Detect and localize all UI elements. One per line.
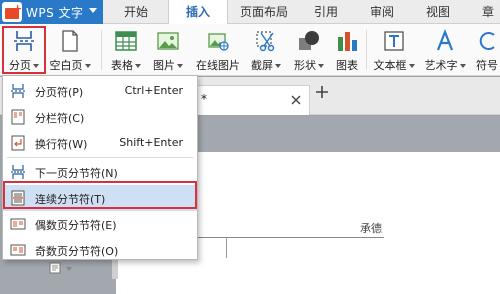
close-icon[interactable] xyxy=(291,95,301,105)
online-picture-label: 在线图片 xyxy=(196,59,240,72)
document-tab[interactable]: * xyxy=(180,85,310,115)
menu-divider xyxy=(7,157,193,158)
menu-label: 下一页分节符(N) xyxy=(35,167,118,180)
app-name: WPS 文字 xyxy=(26,5,84,20)
menu-shortcut: Ctrl+Enter xyxy=(124,84,183,97)
tab-bar: + WPS 文字 开始 插入 页面布局 引用 审阅 视图 章 xyxy=(0,0,500,24)
tab-insert[interactable]: 插入 xyxy=(168,0,228,24)
menu-item-page-break[interactable]: 分页符(P) Ctrl+Enter xyxy=(3,78,197,104)
ribbon-insert: 分页 空白页 表格 图片 在线图片 截屏 形状 图表 文本框 艺术字 符号 xyxy=(0,24,500,76)
tab-chapter[interactable]: 章 xyxy=(476,0,500,24)
online-picture-icon xyxy=(208,33,229,51)
app-menu-button[interactable]: + WPS 文字 xyxy=(0,0,103,24)
menu-item-odd-page-section[interactable]: 奇数页分节符(O) xyxy=(3,237,197,263)
symbol-label: 符号 xyxy=(476,59,498,72)
even-page-section-icon xyxy=(10,218,26,230)
highlight-box-continuous-section xyxy=(3,181,197,209)
symbol-button[interactable]: 符号 xyxy=(476,26,500,74)
highlight-box-page-break xyxy=(2,26,46,74)
margin-marker xyxy=(226,237,227,258)
menu-label: 分页符(P) xyxy=(35,86,84,99)
screenshot-icon xyxy=(256,31,275,52)
line-break-icon xyxy=(11,135,25,151)
column-break-icon xyxy=(11,109,25,125)
menu-item-even-page-section[interactable]: 偶数页分节符(E) xyxy=(3,211,197,237)
chart-icon xyxy=(338,32,357,51)
textbox-icon xyxy=(384,31,404,51)
screenshot-button[interactable]: 截屏 xyxy=(246,26,286,74)
odd-page-section-icon xyxy=(10,244,26,256)
table-label: 表格 xyxy=(111,59,133,72)
table-button[interactable]: 表格 xyxy=(106,26,146,74)
menu-item-line-break[interactable]: 换行符(W) Shift+Enter xyxy=(3,130,197,156)
wordart-label: 艺术字 xyxy=(424,59,458,72)
chevron-down-icon[interactable] xyxy=(89,8,97,13)
screenshot-label: 截屏 xyxy=(251,59,273,72)
modified-mark: * xyxy=(201,92,207,106)
blank-page-icon xyxy=(62,30,78,52)
online-picture-button[interactable]: 在线图片 xyxy=(192,26,244,74)
page-break-icon xyxy=(11,84,25,98)
tab-references[interactable]: 引用 xyxy=(300,0,352,24)
picture-icon xyxy=(157,32,179,50)
textbox-label: 文本框 xyxy=(373,59,407,72)
wordart-button[interactable]: 艺术字 xyxy=(420,26,470,74)
picture-label: 图片 xyxy=(153,59,175,72)
shapes-icon xyxy=(299,31,319,50)
blank-page-button[interactable]: 空白页 xyxy=(46,26,94,74)
paste-options-icon[interactable] xyxy=(49,262,61,274)
textbox-button[interactable]: 文本框 xyxy=(370,26,418,74)
picture-button[interactable]: 图片 xyxy=(148,26,188,74)
chevron-down-icon[interactable] xyxy=(66,267,72,271)
tab-home[interactable]: 开始 xyxy=(106,0,166,24)
wordart-icon xyxy=(436,29,454,51)
chart-button[interactable]: 图表 xyxy=(331,26,363,74)
tab-view[interactable]: 视图 xyxy=(410,0,466,24)
tab-review[interactable]: 审阅 xyxy=(356,0,408,24)
page-break-menu: 分页符(P) Ctrl+Enter 分栏符(C) 换行符(W) Shift+En… xyxy=(2,75,198,260)
wps-logo-icon: + xyxy=(2,2,22,22)
tab-page-layout[interactable]: 页面布局 xyxy=(230,0,298,24)
menu-label: 换行符(W) xyxy=(35,138,88,151)
new-tab-icon[interactable] xyxy=(314,84,330,100)
symbol-icon xyxy=(479,32,495,50)
chart-label: 图表 xyxy=(336,59,358,72)
menu-shortcut: Shift+Enter xyxy=(119,136,183,149)
shapes-label: 形状 xyxy=(294,59,316,72)
header-text: 承德 xyxy=(360,222,382,235)
blank-page-label: 空白页 xyxy=(49,59,83,72)
table-icon xyxy=(115,31,137,51)
shapes-button[interactable]: 形状 xyxy=(288,26,330,74)
menu-label: 偶数页分节符(E) xyxy=(35,219,117,232)
menu-label: 分栏符(C) xyxy=(35,112,85,125)
next-page-section-icon xyxy=(11,165,25,179)
menu-item-column-break[interactable]: 分栏符(C) xyxy=(3,104,197,130)
menu-label: 奇数页分节符(O) xyxy=(35,245,119,258)
